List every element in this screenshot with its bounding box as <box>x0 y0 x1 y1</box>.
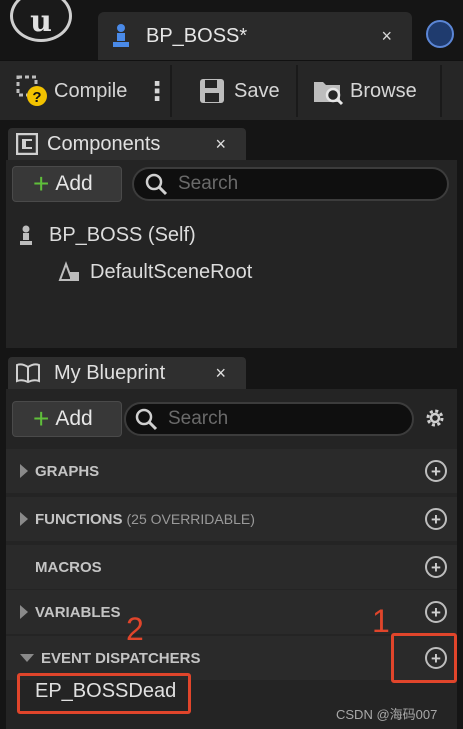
book-icon <box>16 363 40 383</box>
my-blueprint-add-button[interactable]: + Add <box>12 401 122 437</box>
components-search[interactable] <box>132 167 449 201</box>
pawn-icon <box>113 24 129 47</box>
components-add-button[interactable]: + Add <box>12 166 122 202</box>
add-label: Add <box>55 407 93 430</box>
expand-arrow-icon[interactable] <box>20 512 28 526</box>
components-tab-label: Components <box>47 132 161 155</box>
tree-item-label: BP_BOSS (Self) <box>49 224 196 246</box>
add-graph-icon[interactable]: + <box>425 460 447 482</box>
annotation-number-2: 2 <box>126 611 144 647</box>
toolbar: ? Compile ⋮ Save Browse <box>0 60 463 120</box>
search-icon <box>145 173 168 196</box>
browse-button[interactable]: Browse <box>312 61 417 121</box>
save-button[interactable]: Save <box>198 61 280 121</box>
highlight-box-2 <box>17 673 191 714</box>
unreal-logo-icon[interactable]: u <box>10 0 72 42</box>
search-icon <box>135 408 158 431</box>
section-label: EVENT DISPATCHERS <box>41 649 201 667</box>
section-functions[interactable]: FUNCTIONS (25 OVERRIDABLE) + <box>6 497 457 541</box>
save-label: Save <box>234 79 280 102</box>
section-label: VARIABLES <box>35 603 121 621</box>
collapse-arrow-icon[interactable] <box>20 654 34 662</box>
toolbar-divider <box>170 65 172 117</box>
annotation-number-1: 1 <box>372 603 390 639</box>
compile-options-button[interactable]: ⋮ <box>144 61 170 121</box>
my-blueprint-search[interactable] <box>124 402 414 436</box>
document-tab-strip: u BP_BOSS* × <box>0 0 463 60</box>
close-my-blueprint-icon[interactable]: × <box>215 363 226 384</box>
source-control-icon[interactable] <box>426 20 454 48</box>
add-variable-icon[interactable]: + <box>425 601 447 623</box>
compile-button[interactable]: ? Compile <box>16 61 127 121</box>
add-macro-icon[interactable]: + <box>425 556 447 578</box>
browse-label: Browse <box>350 79 417 102</box>
plus-icon: + <box>33 168 50 199</box>
highlight-box-1 <box>391 633 457 683</box>
tree-item-label: DefaultSceneRoot <box>90 260 253 283</box>
tree-item-self[interactable]: BP_BOSS (Self) <box>18 224 196 247</box>
my-blueprint-search-input[interactable] <box>168 408 388 430</box>
section-label: FUNCTIONS <box>35 510 123 528</box>
close-components-icon[interactable]: × <box>215 134 226 155</box>
section-label: MACROS <box>35 558 102 576</box>
toolbar-divider <box>440 65 442 117</box>
section-sublabel: (25 OVERRIDABLE) <box>126 511 255 527</box>
watermark: CSDN @海码007 <box>336 707 438 722</box>
toolbar-divider <box>296 65 298 117</box>
compile-label: Compile <box>54 79 128 102</box>
add-function-icon[interactable]: + <box>425 508 447 530</box>
expand-arrow-icon[interactable] <box>20 605 28 619</box>
components-search-input[interactable] <box>178 173 398 195</box>
document-tab[interactable]: BP_BOSS* × <box>98 12 412 60</box>
document-tab-title: BP_BOSS* <box>146 24 248 47</box>
browse-folder-icon <box>314 82 344 106</box>
tab-my-blueprint[interactable]: My Blueprint × <box>8 357 246 389</box>
my-blueprint-tab-label: My Blueprint <box>54 361 166 384</box>
section-graphs[interactable]: GRAPHS + <box>6 449 457 493</box>
add-label: Add <box>55 172 93 195</box>
svg-text:?: ? <box>32 89 41 106</box>
section-label: GRAPHS <box>35 462 100 480</box>
plus-icon: + <box>33 403 50 434</box>
tree-item-scene-root[interactable]: DefaultSceneRoot <box>58 260 252 284</box>
expand-arrow-icon[interactable] <box>20 464 28 478</box>
components-icon <box>16 133 38 155</box>
scene-component-icon <box>58 261 79 281</box>
close-tab-icon[interactable]: × <box>381 26 392 47</box>
components-panel: + Add BP_BOSS (Self) DefaultSceneRoot <box>6 160 457 348</box>
section-macros[interactable]: MACROS + <box>6 545 457 589</box>
save-icon <box>200 79 224 103</box>
gear-icon[interactable] <box>423 406 447 430</box>
pawn-icon <box>20 225 32 245</box>
compile-status-icon: ? <box>16 75 47 106</box>
tab-components[interactable]: Components × <box>8 128 246 160</box>
